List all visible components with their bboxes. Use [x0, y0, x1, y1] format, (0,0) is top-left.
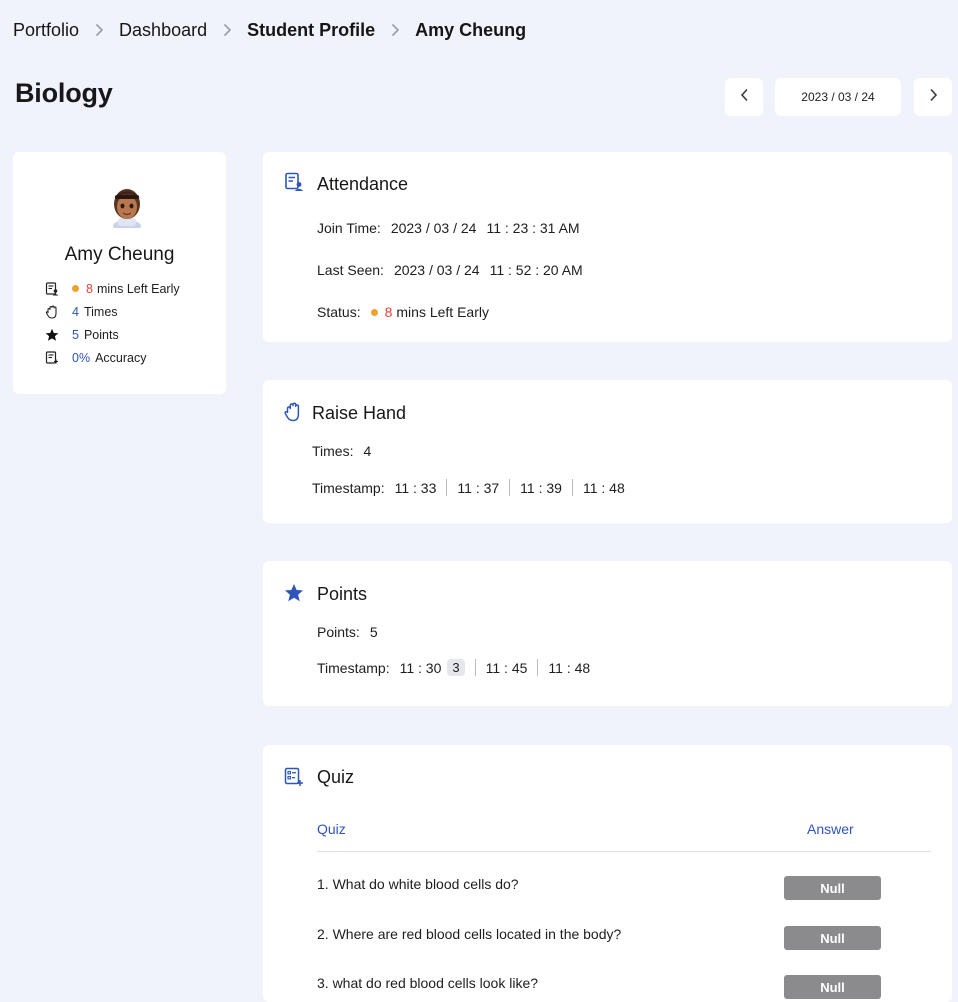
chevron-right-icon — [375, 20, 415, 41]
student-name: Amy Cheung — [64, 244, 175, 265]
points-count: 5 — [72, 327, 79, 342]
timestamp: 11 : 48 — [582, 479, 625, 496]
timestamp: 11 : 48 — [548, 659, 591, 676]
raise-count: 4 — [72, 304, 79, 319]
timestamp-divider — [446, 479, 448, 496]
chevron-right-icon — [929, 88, 938, 107]
table-divider — [317, 851, 931, 852]
accuracy-icon — [45, 350, 59, 365]
raise-hand-title: Raise Hand — [312, 403, 407, 423]
status-label: Status: — [317, 304, 361, 320]
answer-badge: Null — [784, 975, 881, 999]
timestamp-divider — [509, 479, 511, 496]
quiz-question: 1. What do white blood cells do? — [317, 876, 519, 892]
left-early-minutes: 8 — [86, 281, 93, 296]
status-minutes: 8 — [384, 304, 393, 320]
page-title: Biology — [15, 78, 113, 108]
quiz-question: 3. what do red blood cells look like? — [317, 975, 539, 991]
points-value-row: Points: 5 — [317, 624, 378, 640]
timestamp-label: Timestamp: — [312, 479, 385, 496]
quiz-column-header: Quiz — [317, 821, 346, 837]
left-early-text: mins Left Early — [96, 281, 180, 296]
breadcrumb: Portfolio Dashboard Student Profile Amy … — [13, 18, 526, 42]
stat-accuracy: 0% Accuracy — [45, 346, 180, 369]
last-seen-row: Last Seen: 2023 / 03 / 24 11 : 52 : 20 A… — [317, 262, 583, 278]
attendance-icon — [284, 172, 304, 192]
attendance-title: Attendance — [317, 174, 409, 194]
hand-icon — [45, 304, 59, 319]
stat-attendance: 8 mins Left Early — [45, 277, 180, 300]
points-timestamp-row: Timestamp: 11 : 30 3 11 : 45 11 : 48 — [317, 659, 590, 676]
raise-text: Times — [83, 304, 118, 319]
accuracy-text: Accuracy — [95, 350, 147, 365]
raise-hand-panel: Raise Hand Times: 4 Timestamp: 11 : 33 1… — [263, 380, 952, 523]
times-label: Times: — [312, 443, 354, 459]
previous-date-button[interactable] — [725, 78, 763, 116]
avatar — [105, 182, 149, 232]
attendance-panel: Attendance Join Time: 2023 / 03 / 24 11 … — [263, 152, 952, 342]
chevron-right-icon — [79, 20, 119, 41]
chevron-left-icon — [740, 88, 749, 107]
last-seen-date: 2023 / 03 / 24 — [393, 262, 480, 278]
chevron-right-icon — [207, 20, 247, 41]
raise-timestamp-row: Timestamp: 11 : 33 11 : 37 11 : 39 11 : … — [312, 479, 625, 496]
join-time: 11 : 23 : 31 AM — [486, 220, 580, 236]
hand-icon — [283, 402, 303, 422]
points-panel: Points Points: 5 Timestamp: 11 : 30 3 11… — [263, 561, 952, 706]
timestamp: 11 : 33 — [394, 479, 437, 496]
timestamp: 11 : 30 — [399, 659, 442, 676]
breadcrumb-dashboard[interactable]: Dashboard — [119, 20, 207, 41]
student-profile-card: Amy Cheung 8 mins Left Early 4 Times 5 P… — [13, 152, 226, 394]
star-icon — [45, 328, 59, 342]
join-date: 2023 / 03 / 24 — [390, 220, 477, 236]
breadcrumb-portfolio[interactable]: Portfolio — [13, 20, 79, 41]
quiz-title: Quiz — [317, 767, 355, 787]
last-seen-label: Last Seen: — [317, 262, 384, 278]
date-display[interactable]: 2023 / 03 / 24 — [775, 78, 901, 116]
points-value: 5 — [369, 624, 378, 640]
timestamp-divider — [537, 659, 539, 676]
timestamp: 11 : 39 — [520, 479, 562, 496]
last-seen-time: 11 : 52 : 20 AM — [489, 262, 583, 278]
times-value: 4 — [363, 443, 372, 459]
quiz-icon — [284, 767, 304, 787]
status-dot — [370, 308, 378, 316]
breadcrumb-student-profile[interactable]: Student Profile — [247, 20, 375, 41]
accuracy-value: 0% — [72, 350, 91, 365]
join-time-row: Join Time: 2023 / 03 / 24 11 : 23 : 31 A… — [317, 220, 580, 236]
points-text: Points — [83, 327, 119, 342]
timestamp: 11 : 37 — [457, 479, 500, 496]
answer-badge: Null — [784, 876, 881, 900]
status-text: mins Left Early — [396, 304, 489, 320]
answer-badge: Null — [784, 926, 881, 950]
breadcrumb-current: Amy Cheung — [415, 19, 527, 40]
points-badge: 3 — [447, 659, 465, 676]
stat-points: 5 Points — [45, 323, 180, 346]
star-icon — [284, 583, 304, 603]
quiz-panel: Quiz Quiz Answer 1. What do white blood … — [263, 745, 952, 1002]
attendance-icon — [45, 281, 59, 296]
raise-times-row: Times: 4 — [312, 443, 371, 459]
status-dot — [72, 285, 79, 292]
quiz-question: 2. Where are red blood cells located in … — [317, 926, 622, 942]
next-date-button[interactable] — [914, 78, 952, 116]
student-stats: 8 mins Left Early 4 Times 5 Points 0% Ac… — [45, 277, 180, 369]
points-title: Points — [317, 584, 368, 604]
answer-column-header: Answer — [807, 821, 854, 837]
timestamp-divider — [474, 659, 476, 676]
points-label: Points: — [317, 624, 360, 640]
timestamp-label: Timestamp: — [317, 659, 390, 676]
join-time-label: Join Time: — [317, 220, 381, 236]
status-row: Status: 8 mins Left Early — [317, 304, 489, 320]
timestamp-divider — [571, 479, 573, 496]
timestamp: 11 : 45 — [485, 659, 528, 676]
stat-raise-hand: 4 Times — [45, 300, 180, 323]
